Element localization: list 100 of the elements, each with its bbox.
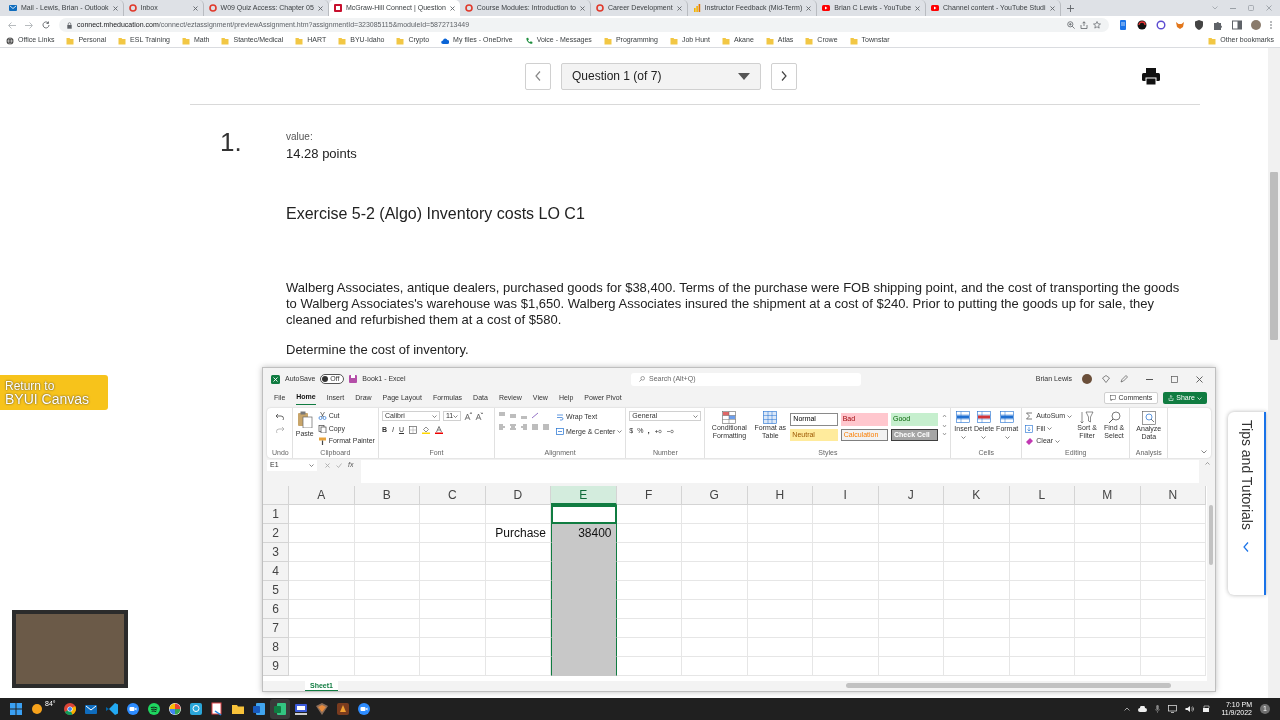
spreadsheet-cell[interactable] [354, 600, 420, 619]
spreadsheet-cell[interactable] [289, 657, 355, 676]
spreadsheet-cell[interactable] [289, 619, 355, 638]
spreadsheet-cell[interactable] [354, 657, 420, 676]
spreadsheet-cell[interactable] [1009, 619, 1075, 638]
ring-icon[interactable] [1156, 20, 1166, 30]
spreadsheet-cell[interactable] [813, 581, 879, 600]
column-header[interactable]: C [420, 486, 486, 505]
decrease-font-icon[interactable] [474, 412, 483, 420]
spreadsheet-cell[interactable] [289, 505, 355, 524]
comma-button[interactable]: , [647, 425, 650, 437]
monitor-icon[interactable] [1168, 705, 1178, 713]
column-header[interactable]: L [1009, 486, 1075, 505]
column-header[interactable]: D [485, 486, 551, 505]
row-header[interactable]: 2 [263, 524, 289, 543]
column-header[interactable]: G [682, 486, 748, 505]
back-arrow-icon[interactable] [8, 21, 16, 29]
chevron-down-icon[interactable] [1212, 6, 1218, 10]
spreadsheet-cell[interactable] [747, 638, 813, 657]
cloud-icon[interactable] [1138, 706, 1148, 712]
microphone-icon[interactable] [1155, 705, 1161, 713]
spreadsheet-cell[interactable] [878, 600, 944, 619]
spreadsheet-cell[interactable] [616, 600, 682, 619]
spreadsheet-cell[interactable] [1075, 638, 1141, 657]
spreadsheet-cell[interactable] [420, 505, 486, 524]
selected-cell[interactable] [551, 505, 617, 524]
spreadsheet-cell[interactable] [747, 543, 813, 562]
spreadsheet-cell[interactable] [1075, 600, 1141, 619]
spreadsheet-cell[interactable] [1009, 543, 1075, 562]
fox-icon[interactable] [1175, 20, 1185, 30]
spreadsheet-cell[interactable] [878, 638, 944, 657]
collapse-icon[interactable] [1204, 462, 1210, 465]
spreadsheet-cell[interactable] [420, 562, 486, 581]
spreadsheet-cell[interactable] [813, 505, 879, 524]
spreadsheet-cell[interactable] [878, 524, 944, 543]
spreadsheet-cell[interactable] [813, 619, 879, 638]
spreadsheet-cell[interactable] [1009, 562, 1075, 581]
spreadsheet-cell[interactable] [1140, 524, 1206, 543]
spreadsheet-cell[interactable] [1075, 562, 1141, 581]
borders-icon[interactable] [409, 426, 417, 435]
spreadsheet-cell[interactable] [813, 562, 879, 581]
spreadsheet-cell[interactable] [354, 524, 420, 543]
spreadsheet-cell[interactable] [1009, 600, 1075, 619]
spreadsheet-cell[interactable] [1140, 600, 1206, 619]
spreadsheet-cell[interactable] [682, 505, 748, 524]
spreadsheet-cell[interactable] [682, 638, 748, 657]
row-header[interactable]: 8 [263, 638, 289, 657]
spreadsheet-cell[interactable] [420, 619, 486, 638]
spreadsheet-cell[interactable] [289, 543, 355, 562]
spreadsheet-cell[interactable] [354, 505, 420, 524]
orientation-icon[interactable] [530, 412, 539, 419]
align-left-icon[interactable] [497, 424, 506, 431]
spreadsheet-cell[interactable] [289, 600, 355, 619]
spreadsheet-cell[interactable] [747, 657, 813, 676]
spreadsheet-cell[interactable] [1009, 657, 1075, 676]
spreadsheet-cell[interactable] [813, 657, 879, 676]
spreadsheet-cell[interactable] [1140, 505, 1206, 524]
align-right-icon[interactable] [519, 424, 528, 431]
spreadsheet-cell[interactable] [682, 524, 748, 543]
spreadsheet-cell[interactable] [289, 524, 355, 543]
spreadsheet-cell[interactable] [813, 638, 879, 657]
undo-icon[interactable] [275, 413, 286, 420]
puzzle-icon[interactable] [1213, 20, 1223, 30]
selected-cell[interactable]: 38400 [551, 524, 617, 543]
spreadsheet-cell[interactable] [747, 581, 813, 600]
minimize-icon[interactable] [1146, 378, 1153, 380]
column-header[interactable]: B [354, 486, 420, 505]
selected-cell[interactable] [551, 657, 617, 676]
circle-icon[interactable] [1137, 20, 1147, 30]
spreadsheet-cell[interactable] [354, 581, 420, 600]
spreadsheet-cell[interactable] [354, 543, 420, 562]
spreadsheet-cell[interactable] [813, 600, 879, 619]
speaker-icon[interactable] [1185, 705, 1195, 713]
column-header[interactable]: A [289, 486, 355, 505]
maximize-icon[interactable] [1171, 375, 1178, 383]
scrollbar[interactable] [1268, 48, 1280, 698]
column-header[interactable]: I [813, 486, 879, 505]
spreadsheet-cell[interactable] [682, 619, 748, 638]
spreadsheet-cell[interactable] [944, 562, 1010, 581]
spreadsheet-cell[interactable] [682, 581, 748, 600]
spreadsheet-cell[interactable] [878, 543, 944, 562]
select-all-button[interactable] [263, 486, 289, 505]
column-header[interactable]: F [616, 486, 682, 505]
column-header[interactable]: N [1140, 486, 1206, 505]
spreadsheet-cell[interactable] [420, 657, 486, 676]
spreadsheet-cell[interactable] [1075, 505, 1141, 524]
spreadsheet-cell[interactable] [420, 581, 486, 600]
collapse-ribbon-icon[interactable] [1201, 450, 1207, 454]
spreadsheet-cell[interactable] [944, 505, 1010, 524]
bookmark-tag-icon[interactable] [1118, 20, 1128, 30]
spreadsheet-cell[interactable] [682, 657, 748, 676]
row-header[interactable]: 6 [263, 600, 289, 619]
spreadsheet-cell[interactable] [1140, 619, 1206, 638]
row-header[interactable]: 7 [263, 619, 289, 638]
spreadsheet-cell[interactable] [616, 638, 682, 657]
spreadsheet-cell[interactable] [1009, 505, 1075, 524]
spreadsheet-cell[interactable] [944, 657, 1010, 676]
spreadsheet-cell[interactable] [1140, 657, 1206, 676]
spreadsheet-cell[interactable] [1140, 543, 1206, 562]
avatar[interactable] [1251, 20, 1261, 30]
